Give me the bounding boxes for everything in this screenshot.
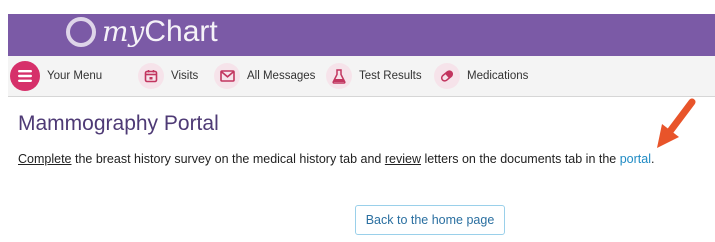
nav-test-results-label: Test Results <box>359 70 422 82</box>
nav-test-results[interactable]: Test Results <box>326 61 422 91</box>
instruction-word-complete: Complete <box>18 152 72 166</box>
page: myChart Your Menu Visits All Messages Te… <box>8 14 715 242</box>
pill-icon <box>434 63 460 89</box>
instruction-word-review: review <box>384 152 421 166</box>
nav-medications[interactable]: Medications <box>434 61 528 91</box>
header-bar: myChart <box>8 14 715 56</box>
mychart-logo[interactable]: myChart <box>66 8 218 56</box>
menu-icon <box>10 61 40 91</box>
back-to-home-button[interactable]: Back to the home page <box>355 205 505 235</box>
nav-all-messages-label: All Messages <box>247 70 316 82</box>
nav-your-menu[interactable]: Your Menu <box>10 61 102 91</box>
instruction-part-1: the breast history survey on the medical… <box>71 152 385 166</box>
portal-link[interactable]: portal <box>620 152 651 166</box>
nav-visits[interactable]: Visits <box>138 61 198 91</box>
main-content: Mammography Portal Complete the breast h… <box>8 97 715 242</box>
calendar-icon <box>138 63 164 89</box>
instruction-part-2: letters on the documents tab in the <box>420 152 620 166</box>
nav-medications-label: Medications <box>467 70 529 82</box>
page-title: Mammography Portal <box>18 112 219 135</box>
nav-bar: Your Menu Visits All Messages Test Resul… <box>8 56 715 97</box>
nav-visits-label: Visits <box>171 70 199 82</box>
envelope-icon <box>214 63 240 89</box>
nav-your-menu-label: Your Menu <box>47 70 103 82</box>
nav-all-messages[interactable]: All Messages <box>214 61 315 91</box>
flask-icon <box>326 63 352 89</box>
instruction-end: . <box>651 152 655 166</box>
logo-text: myChart <box>102 15 218 48</box>
instruction-text: Complete the breast history survey on th… <box>18 152 654 166</box>
logo-ring-icon <box>66 17 96 47</box>
